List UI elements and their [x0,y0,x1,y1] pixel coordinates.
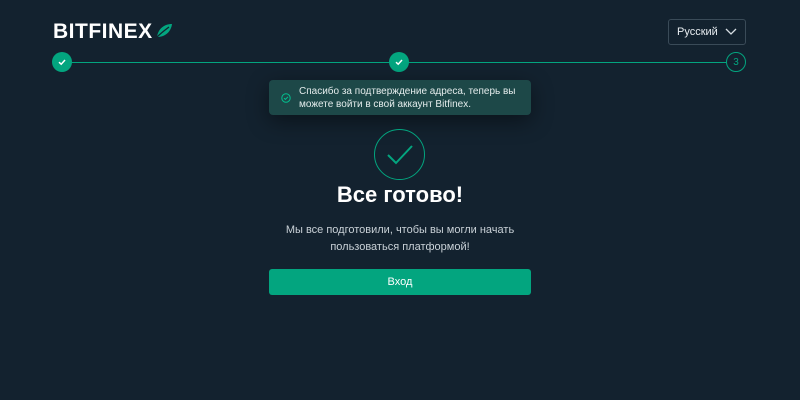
success-check-icon [374,129,425,180]
page-subtitle: Мы все подготовили, чтобы вы могли начат… [285,224,515,253]
step-2-completed [389,52,409,72]
check-icon [58,59,66,66]
check-icon [386,144,413,164]
language-label: Русский [677,26,718,38]
chevron-down-icon [725,28,737,35]
step-3-label: 3 [733,56,739,68]
logo-text: BITFINEX [53,20,153,43]
page-title: Все готово! [336,182,464,207]
login-button[interactable]: Вход [269,269,531,295]
login-button-label: Вход [387,276,413,288]
bitfinex-logo[interactable]: BITFINEX [53,20,173,44]
step-3-current: 3 [726,52,746,72]
check-icon [395,59,403,66]
bitfinex-leaf-icon [156,24,172,38]
step-1-completed [52,52,72,72]
language-select[interactable]: Русский [668,19,746,45]
toast-message: Спасибо за подтверждение адреса, теперь … [299,85,516,110]
success-toast: Спасибо за подтверждение адреса, теперь … [269,80,531,115]
check-circle-icon [281,92,291,103]
